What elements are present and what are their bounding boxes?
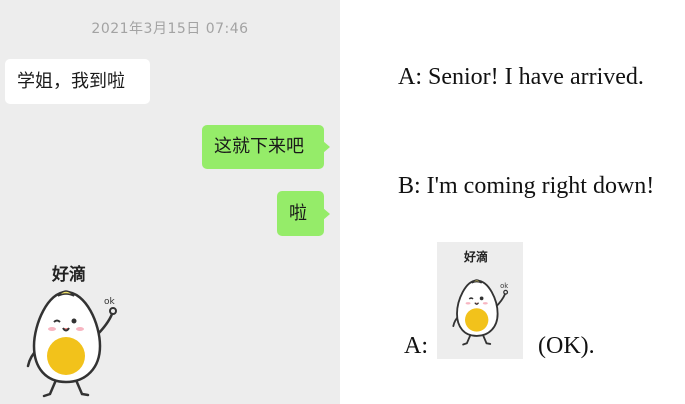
egg-waving-icon: ok — [452, 279, 508, 346]
translation-line-c-label: A: — [404, 333, 428, 359]
sticker-message[interactable]: 好滴 ok — [0, 250, 140, 400]
message-timestamp: 2021年3月15日 07:46 — [91, 21, 249, 37]
message-text: 学姐，我到啦 — [17, 70, 125, 92]
chat-screenshot: 2021年3月15日 07:46 学姐，我到啦 这就下来吧 啦 好滴 ok — [0, 0, 340, 404]
sticker-caption: 好滴 — [52, 265, 86, 285]
sticker-caption: 好滴 — [464, 250, 489, 264]
message-bubble-received[interactable]: 学姐，我到啦 — [5, 59, 150, 104]
translation-line-a: A: Senior! I have arrived. — [398, 64, 644, 90]
sticker-small-text: ok — [104, 297, 116, 307]
sticker-thumbnail: 好滴 ok — [437, 242, 523, 359]
message-text: 这就下来吧 — [214, 136, 304, 157]
translation-line-c-meaning: (OK). — [538, 333, 595, 359]
sticker-small-text: ok — [500, 282, 508, 290]
message-text: 啦 — [289, 202, 307, 224]
egg-waving-icon: ok — [26, 290, 117, 398]
message-bubble-sent[interactable]: 啦 — [277, 191, 330, 236]
translation-line-b: B: I'm coming right down! — [398, 173, 655, 199]
message-bubble-sent[interactable]: 这就下来吧 — [202, 125, 330, 169]
